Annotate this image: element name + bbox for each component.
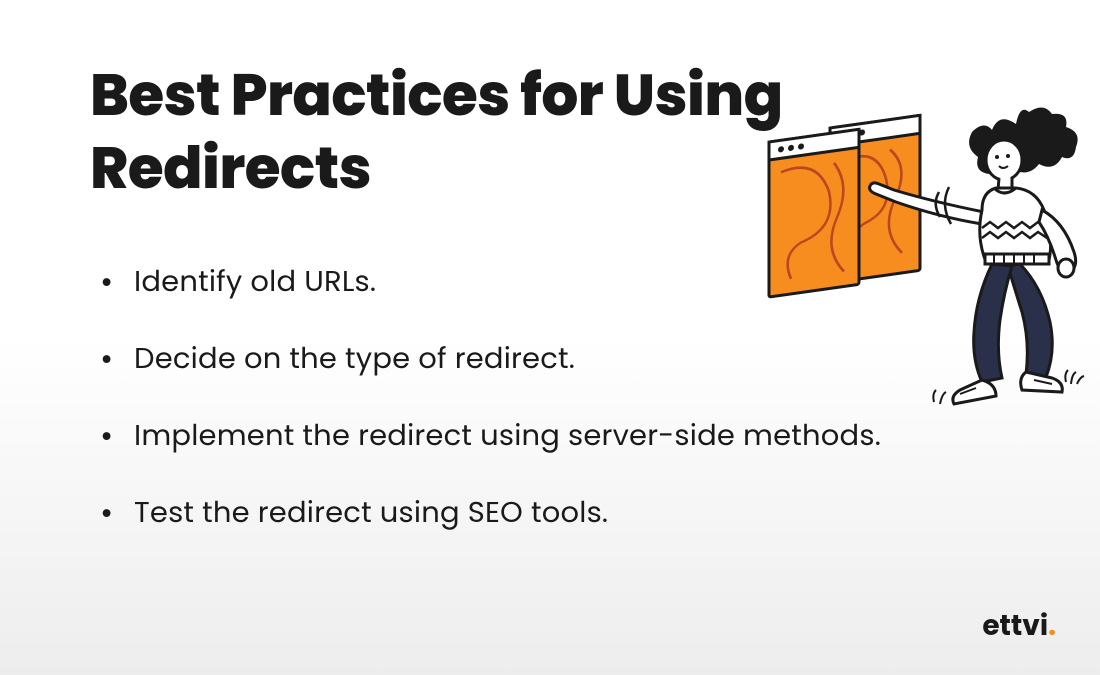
brand-logo: ettvi. <box>982 605 1056 647</box>
page-title: Best Practices for Using Redirects <box>90 60 870 205</box>
logo-dot: . <box>1048 606 1056 645</box>
list-item: Test the redirect using SEO tools. <box>100 492 1020 535</box>
person-pointing-browser-illustration <box>764 102 1094 412</box>
logo-text: ettvi <box>982 606 1048 645</box>
list-item: Implement the redirect using server-side… <box>100 415 1020 458</box>
